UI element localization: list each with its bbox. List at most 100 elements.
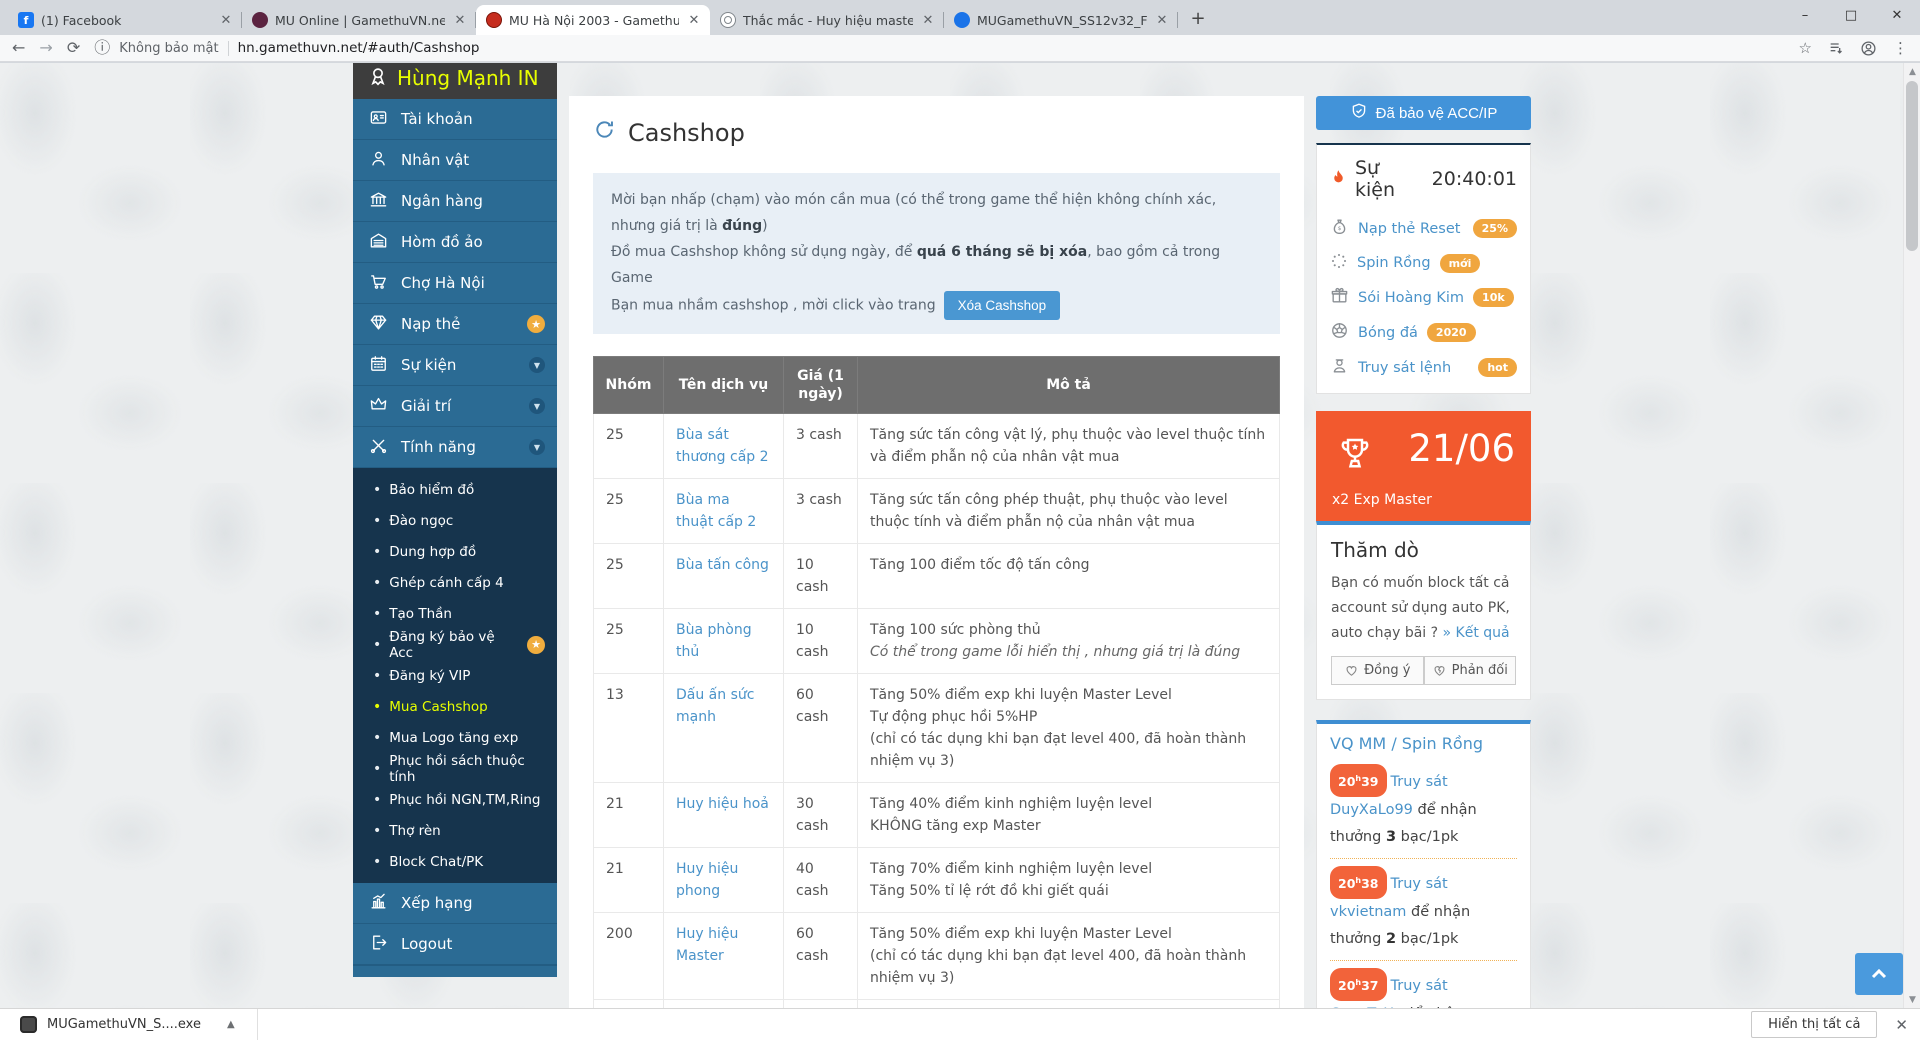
- scroll-to-top-button[interactable]: [1855, 953, 1903, 995]
- sidebar-subitem-đăng-ký-vip[interactable]: •Đăng ký VIP: [353, 660, 557, 691]
- chevron-up-icon: [1867, 962, 1891, 986]
- sidebar-subitem-phục-hồi-sách-thuộc-tính[interactable]: •Phục hồi sách thuộc tính: [353, 753, 557, 784]
- bookmark-star-icon[interactable]: ☆: [1799, 39, 1812, 57]
- browser-tab[interactable]: f(1) Facebook✕: [8, 5, 242, 35]
- sidebar-subitem-ghép-cánh-cấp-4[interactable]: •Ghép cánh cấp 4: [353, 567, 557, 598]
- avatar-icon[interactable]: [1860, 40, 1877, 57]
- scrollbar-down-arrow[interactable]: ▼: [1904, 991, 1920, 1008]
- poll-disagree-button[interactable]: Phản đối: [1424, 656, 1517, 685]
- tools-icon: [369, 436, 388, 459]
- desc-line: (chỉ có tác dụng khi bạn đạt level 400, …: [870, 945, 1267, 989]
- site-favicon: [954, 12, 970, 28]
- scrollbar-up-arrow[interactable]: ▲: [1904, 63, 1920, 80]
- forward-icon[interactable]: →: [39, 40, 52, 56]
- new-tab-button[interactable]: +: [1184, 4, 1212, 32]
- right-sidebar: Đã bảo vệ ACC/IP Sự kiện 20:40:01 $Nạp t…: [1316, 96, 1531, 1008]
- scrollbar[interactable]: ▲ ▼: [1903, 63, 1920, 1008]
- item-link[interactable]: Dấu ấn sức mạnh: [676, 687, 754, 725]
- close-download-bar-icon[interactable]: ✕: [1895, 1016, 1908, 1034]
- sidebar-subitem-tạo-thần[interactable]: •Tạo Thần: [353, 598, 557, 629]
- sidebar-item-label: Nhân vật: [401, 151, 545, 169]
- poll-agree-button[interactable]: Đồng ý: [1331, 656, 1424, 685]
- sidebar-subitem-bảo-hiểm-đồ[interactable]: •Bảo hiểm đồ: [353, 474, 557, 505]
- col-header-group: Nhóm: [594, 357, 664, 414]
- sidebar-item-giải-trí[interactable]: Giải trí▼: [353, 386, 557, 427]
- cell-price: 30 cash: [784, 783, 858, 848]
- bullet-icon: •: [373, 482, 381, 498]
- sidebar-subitem-block-chat-pk[interactable]: •Block Chat/PK: [353, 846, 557, 877]
- sidebar-item-logout[interactable]: Logout: [353, 924, 557, 965]
- browser-tab[interactable]: MU Hà Nội 2003 - GamethuVN.n✕: [476, 5, 710, 35]
- item-link[interactable]: Bùa ma thuật cấp 2: [676, 492, 756, 530]
- sidebar-subitem-đăng-ký-bảo-vệ-acc[interactable]: •Đăng ký bảo vệ Acc★: [353, 629, 557, 660]
- browser-tab[interactable]: Thắc mắc - Huy hiệu master 2 | G ✕: [710, 5, 944, 35]
- tab-close-icon[interactable]: ✕: [1154, 13, 1170, 28]
- item-link[interactable]: Huy hiệu Master: [676, 926, 738, 964]
- reload-icon[interactable]: ⟳: [67, 40, 80, 56]
- acc-protect-button[interactable]: Đã bảo vệ ACC/IP: [1316, 96, 1531, 130]
- money-bag-icon: $: [1330, 217, 1349, 240]
- cell-group: 21: [594, 848, 664, 913]
- show-all-downloads-button[interactable]: Hiển thị tất cả: [1751, 1011, 1877, 1038]
- cell-desc: Tăng 40% điểm kinh nghiệm luyện levelKHÔ…: [858, 783, 1280, 848]
- info-icon[interactable]: ⓘ: [94, 40, 110, 56]
- notice-line-3: Bạn mua nhầm cashshop , mời click vào tr…: [611, 291, 1262, 320]
- sidebar-subitem-thợ-rèn[interactable]: •Thợ rèn: [353, 815, 557, 846]
- tab-close-icon[interactable]: ✕: [452, 13, 468, 28]
- tab-close-icon[interactable]: ✕: [686, 13, 702, 28]
- restore-button[interactable]: □: [1828, 0, 1874, 30]
- event-link[interactable]: Sói Hoàng Kim: [1358, 290, 1464, 306]
- sidebar-subitem-label: Mua Cashshop: [389, 699, 545, 715]
- poll-result-link[interactable]: » Kết quả: [1443, 625, 1510, 641]
- promo-panel[interactable]: 21/06 x2 Exp Master: [1316, 411, 1531, 521]
- sidebar-subitem-mua-logo-tăng-exp[interactable]: •Mua Logo tăng exp: [353, 722, 557, 753]
- gift-icon: [1330, 286, 1349, 309]
- item-link[interactable]: Bùa phòng thủ: [676, 622, 752, 660]
- sidebar-item-tính-năng[interactable]: Tính năng▼: [353, 427, 557, 468]
- event-link[interactable]: Nạp thẻ Reset: [1358, 221, 1460, 237]
- time-badge: 20h39: [1330, 764, 1387, 797]
- item-link[interactable]: Huy hiệu hoả: [676, 796, 769, 812]
- desc-line: Tăng sức tấn công phép thuật, phụ thuộc …: [870, 489, 1267, 533]
- event-badge: 10k: [1473, 288, 1514, 307]
- menu-dots-icon[interactable]: ⋮: [1893, 39, 1908, 57]
- delete-cashshop-button[interactable]: Xóa Cashshop: [944, 291, 1061, 320]
- minimize-button[interactable]: –: [1782, 0, 1828, 30]
- item-link[interactable]: Huy hiệu phong: [676, 861, 738, 899]
- close-button[interactable]: ✕: [1874, 0, 1920, 30]
- tab-close-icon[interactable]: ✕: [920, 13, 936, 28]
- vq-title-link[interactable]: VQ MM / Spin Rồng: [1330, 734, 1483, 753]
- sidebar-item-sự-kiện[interactable]: Sự kiện▼: [353, 345, 557, 386]
- sidebar-subitem-mua-cashshop[interactable]: •Mua Cashshop: [353, 691, 557, 722]
- sidebar-item-hòm-đồ-ảo[interactable]: Hòm đồ ảo: [353, 222, 557, 263]
- tab-title: Thắc mắc - Huy hiệu master 2 | G: [743, 13, 913, 28]
- cell-name: Bùa ma thuật cấp 2: [664, 479, 784, 544]
- browser-tab[interactable]: MUGamethuVN_SS12v32_Full✕: [944, 5, 1178, 35]
- reading-list-icon[interactable]: [1828, 40, 1844, 56]
- event-link[interactable]: Truy sát lệnh: [1358, 360, 1451, 376]
- item-link[interactable]: Bùa sát thương cấp 2: [676, 427, 769, 465]
- scrollbar-thumb[interactable]: [1906, 81, 1918, 251]
- event-link[interactable]: Bóng đá: [1358, 325, 1418, 341]
- sidebar-item-ngân-hàng[interactable]: Ngân hàng: [353, 181, 557, 222]
- item-link[interactable]: Bùa tấn công: [676, 557, 769, 573]
- sidebar-item-tài-khoản[interactable]: Tài khoản: [353, 99, 557, 140]
- medal-icon: [367, 71, 389, 91]
- back-icon[interactable]: ←: [12, 40, 25, 56]
- browser-tab[interactable]: MU Online | GamethuVN.net - Se✕: [242, 5, 476, 35]
- url-field[interactable]: ⓘ Không bảo mật hn.gamethuvn.net/#auth/C…: [94, 40, 1784, 56]
- sidebar-item-xếp-hạng[interactable]: Xếp hạng: [353, 883, 557, 924]
- sidebar-subitem-phục-hồi-ngn-tm-ring[interactable]: •Phục hồi NGN,TM,Ring: [353, 784, 557, 815]
- chevron-up-icon[interactable]: ▲: [227, 1019, 235, 1030]
- event-link[interactable]: Spin Rồng: [1357, 255, 1431, 271]
- download-item[interactable]: MUGamethuVN_S....exe ▲: [20, 1016, 235, 1033]
- tab-bar: f(1) Facebook✕MU Online | GamethuVN.net …: [0, 0, 1920, 35]
- sidebar-subitem-dung-hợp-đồ[interactable]: •Dung hợp đồ: [353, 536, 557, 567]
- sidebar-subitem-đào-ngọc[interactable]: •Đào ngọc: [353, 505, 557, 536]
- tab-close-icon[interactable]: ✕: [218, 13, 234, 28]
- cell-desc: Tăng 100% điểm exp khi luyện Master Leve…: [858, 1000, 1280, 1009]
- sidebar-item-chợ-hà-nội[interactable]: Chợ Hà Nội: [353, 263, 557, 304]
- sidebar-item-nạp-thẻ[interactable]: Nạp thẻ★: [353, 304, 557, 345]
- sidebar-item-nhân-vật[interactable]: Nhân vật: [353, 140, 557, 181]
- bullet-icon: •: [373, 575, 381, 591]
